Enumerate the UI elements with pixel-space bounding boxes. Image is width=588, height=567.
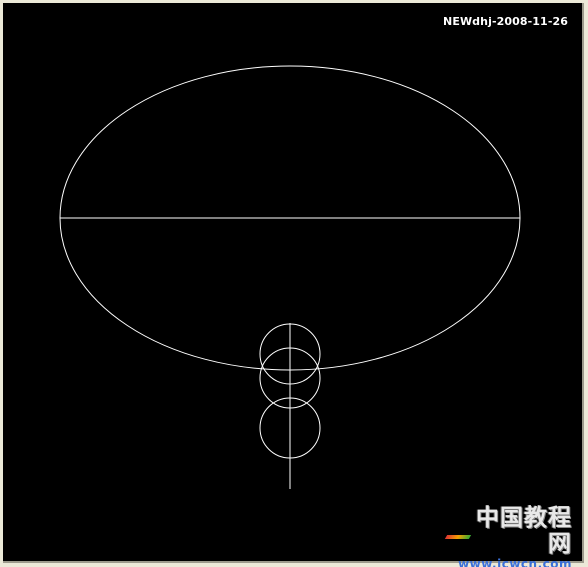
drawing-canvas[interactable]: NEWdhj-2008-11-26 中国教程网 www.jcwcn.com [3, 3, 584, 567]
screenshot-frame: NEWdhj-2008-11-26 中国教程网 www.jcwcn.com [0, 0, 588, 567]
site-watermark: 中国教程网 www.jcwcn.com [444, 505, 572, 567]
vector-drawing [59, 65, 521, 489]
date-stamp: NEWdhj-2008-11-26 [443, 15, 568, 28]
watermark-chinese-text: 中国教程网 [476, 505, 572, 557]
watermark-url: www.jcwcn.com [458, 557, 572, 567]
watermark-color-bar [444, 535, 472, 539]
